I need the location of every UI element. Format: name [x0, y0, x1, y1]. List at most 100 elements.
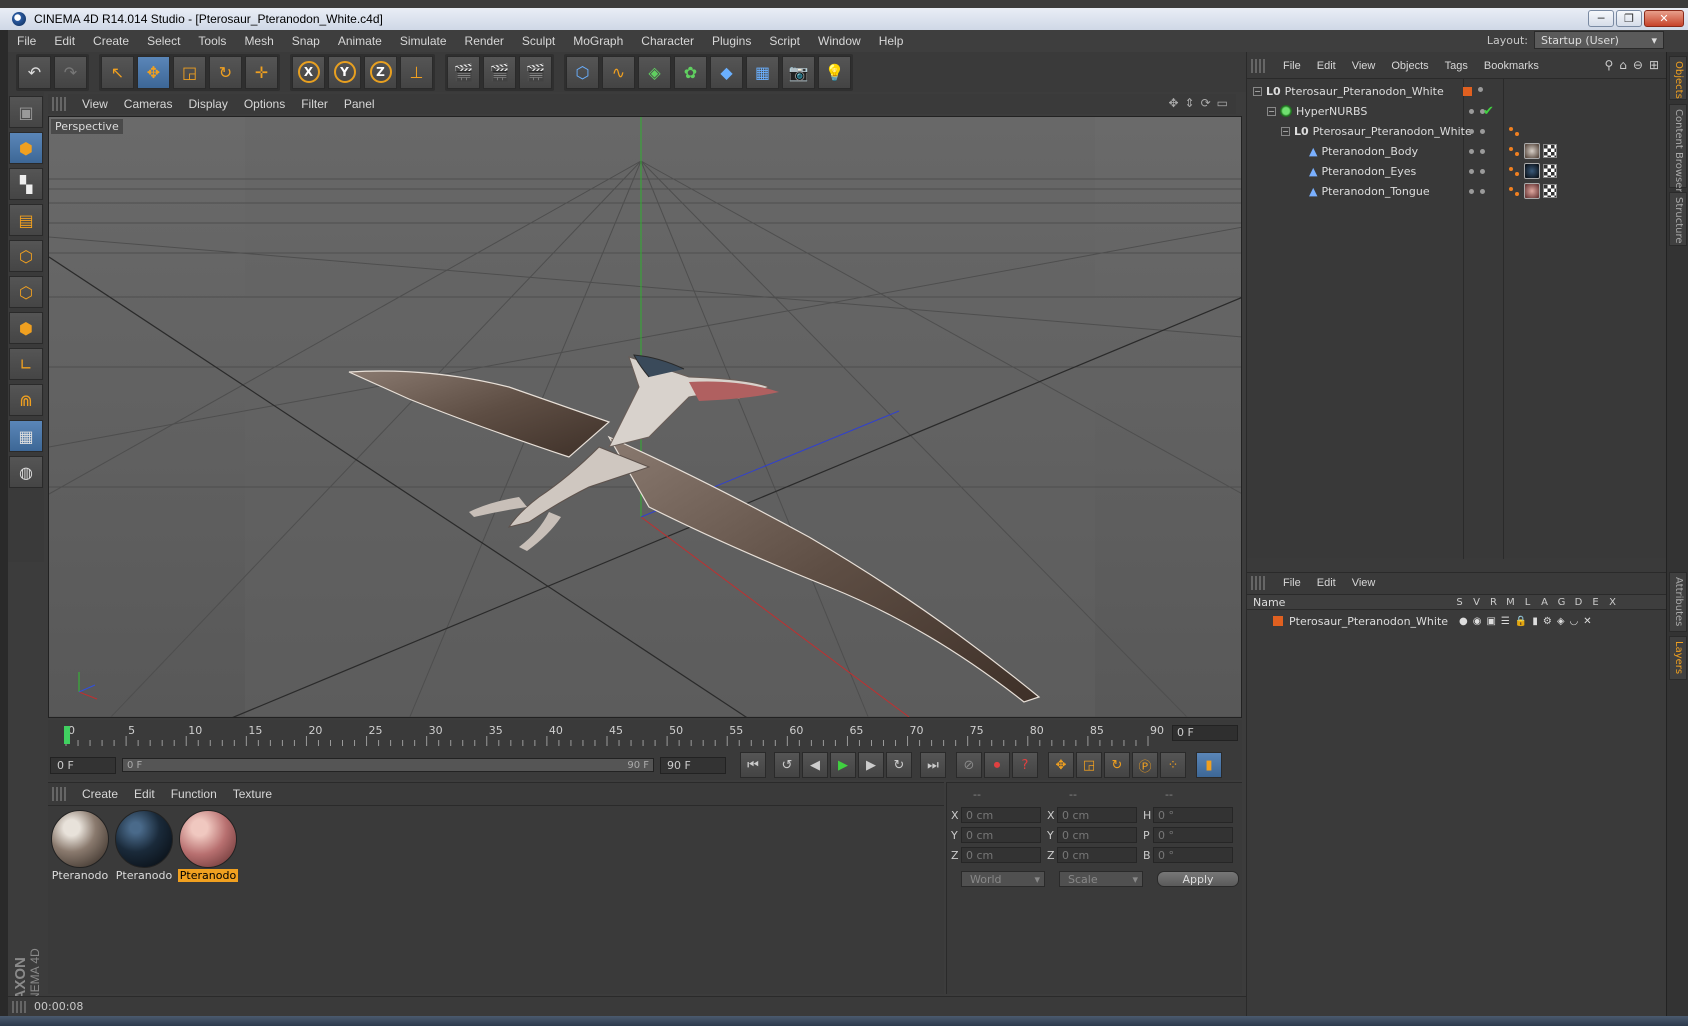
tree-row[interactable]: − HyperNURBS ✔ — [1247, 101, 1667, 121]
material-menu-create[interactable]: Create — [74, 787, 126, 801]
edges-mode-icon[interactable]: ⬡ — [9, 276, 43, 308]
go-to-end-icon[interactable]: ⏭ — [920, 752, 946, 778]
render-icon[interactable]: ▣ — [1486, 616, 1495, 627]
preview-range-slider[interactable]: 0 F 90 F — [122, 758, 654, 772]
uvw-tag-icon[interactable] — [1543, 184, 1557, 198]
tab-attributes[interactable]: Attributes — [1669, 572, 1687, 632]
size-y-field[interactable]: 0 cm — [1057, 827, 1137, 843]
phong-tag-icon[interactable] — [1509, 165, 1521, 177]
menu-create[interactable]: Create — [84, 34, 138, 48]
menu-animate[interactable]: Animate — [329, 34, 391, 48]
menu-script[interactable]: Script — [760, 34, 809, 48]
tree-row[interactable]: − L0 Pterosaur_Pteranodon_White — [1247, 81, 1667, 101]
make-editable-icon[interactable]: ▣ — [9, 96, 43, 128]
lock-icon[interactable]: 🔒 — [1515, 616, 1527, 627]
rotation-h-field[interactable]: 0 ° — [1153, 807, 1233, 823]
apply-button[interactable]: Apply — [1157, 871, 1239, 887]
position-z-field[interactable]: 0 cm — [961, 847, 1041, 863]
viewport-menu-options[interactable]: Options — [238, 97, 295, 111]
material-tag-icon[interactable] — [1524, 183, 1540, 199]
menu-snap[interactable]: Snap — [283, 34, 329, 48]
coordinate-system-icon[interactable]: ⊥ — [400, 55, 433, 89]
material-tag-icon[interactable] — [1524, 143, 1540, 159]
parameter-key-icon[interactable]: Ⓟ — [1132, 752, 1158, 778]
material-menu-function[interactable]: Function — [163, 787, 225, 801]
pan-view-icon[interactable]: ✥ — [1168, 96, 1178, 110]
manager-icon[interactable]: ☰ — [1501, 616, 1510, 627]
material-tag-icon[interactable] — [1524, 163, 1540, 179]
rotate-icon[interactable]: ↻ — [209, 55, 242, 89]
axis-mode-icon[interactable]: ∟ — [9, 348, 43, 380]
snap-settings-icon[interactable]: ◍ — [9, 456, 43, 488]
menu-tools[interactable]: Tools — [189, 34, 235, 48]
current-frame-field[interactable]: 0 F — [1172, 725, 1238, 741]
om-menu-bookmarks[interactable]: Bookmarks — [1476, 60, 1547, 72]
maximize-button[interactable]: ❐ — [1616, 10, 1642, 27]
menu-sculpt[interactable]: Sculpt — [513, 34, 564, 48]
rotation-key-icon[interactable]: ↻ — [1104, 752, 1130, 778]
tree-row[interactable]: ▲ Pteranodon_Eyes — [1247, 161, 1667, 181]
previous-frame-icon[interactable]: ◀ — [802, 752, 828, 778]
magnet-icon[interactable]: ⋒ — [9, 384, 43, 416]
lm-menu-file[interactable]: File — [1275, 577, 1309, 589]
scale-icon[interactable]: ◲ — [173, 55, 206, 89]
lm-menu-edit[interactable]: Edit — [1309, 577, 1344, 589]
previous-keyframe-icon[interactable]: ↺ — [774, 752, 800, 778]
om-menu-view[interactable]: View — [1344, 60, 1384, 72]
om-menu-edit[interactable]: Edit — [1309, 60, 1344, 72]
xref-icon[interactable]: ✕ — [1583, 616, 1591, 627]
generator-icon[interactable]: ⚙ — [1543, 616, 1552, 627]
y-axis-icon[interactable]: Y — [328, 55, 361, 89]
menu-character[interactable]: Character — [632, 34, 703, 48]
deformer-icon[interactable]: ◈ — [1557, 616, 1565, 627]
material-menu-edit[interactable]: Edit — [126, 787, 163, 801]
menu-mograph[interactable]: MoGraph — [564, 34, 632, 48]
render-view-icon[interactable]: 🎬 — [447, 55, 480, 89]
home-icon[interactable]: ⌂ — [1619, 58, 1627, 72]
viewport-menu-view[interactable]: View — [76, 97, 118, 111]
floor-icon[interactable]: ▦ — [746, 55, 779, 89]
viewport-menu-panel[interactable]: Panel — [338, 97, 385, 111]
tab-structure[interactable]: Structure — [1669, 192, 1687, 246]
keyframe-selection-icon[interactable]: ? — [1012, 752, 1038, 778]
rotate-view-icon[interactable]: ⟳ — [1201, 96, 1211, 110]
rotation-p-field[interactable]: 0 ° — [1153, 827, 1233, 843]
collapse-icon[interactable]: ⊖ — [1633, 58, 1643, 72]
nurbs-icon[interactable]: ◈ — [638, 55, 671, 89]
viewport-menu-cameras[interactable]: Cameras — [118, 97, 183, 111]
size-z-field[interactable]: 0 cm — [1057, 847, 1137, 863]
scale-key-icon[interactable]: ◲ — [1076, 752, 1102, 778]
panel-grip-icon[interactable] — [1251, 59, 1265, 73]
menu-plugins[interactable]: Plugins — [703, 34, 760, 48]
coordinate-mode-dropdown[interactable]: World ▾ — [961, 871, 1045, 887]
new-window-icon[interactable]: ⊞ — [1649, 58, 1659, 72]
points-mode-icon[interactable]: ⬡ — [9, 240, 43, 272]
solo-icon[interactable]: ● — [1459, 616, 1468, 627]
z-axis-icon[interactable]: Z — [364, 55, 397, 89]
point-level-key-icon[interactable]: ⁘ — [1160, 752, 1186, 778]
tab-layers[interactable]: Layers — [1669, 636, 1687, 680]
camera-icon[interactable]: 📷 — [782, 55, 815, 89]
viewport-camera-label[interactable]: Perspective — [51, 119, 123, 134]
menu-simulate[interactable]: Simulate — [391, 34, 456, 48]
position-x-field[interactable]: 0 cm — [961, 807, 1041, 823]
layout-select[interactable]: Startup (User) ▾ — [1534, 31, 1664, 49]
light-icon[interactable]: 💡 — [818, 55, 851, 89]
record-keys-icon[interactable]: ⊘ — [956, 752, 982, 778]
menu-file[interactable]: File — [8, 34, 45, 48]
viewport-menu-display[interactable]: Display — [182, 97, 237, 111]
polygons-mode-icon[interactable]: ⬢ — [9, 312, 43, 344]
minimize-button[interactable]: ─ — [1588, 10, 1614, 27]
layer-name-column[interactable]: Name — [1247, 596, 1451, 609]
live-selection-icon[interactable]: ↖ — [101, 55, 134, 89]
next-keyframe-icon[interactable]: ↻ — [886, 752, 912, 778]
cube-object-icon[interactable]: ⬡ — [566, 55, 599, 89]
workplane-mode-icon[interactable]: ▤ — [9, 204, 43, 236]
perspective-viewport[interactable]: Perspective — [48, 116, 1242, 718]
phong-tag-icon[interactable] — [1509, 185, 1521, 197]
recent-tool-icon[interactable]: ✛ — [245, 55, 278, 89]
move-icon[interactable]: ✥ — [137, 55, 170, 89]
render-settings-icon[interactable]: 🎬 — [519, 55, 552, 89]
material-swatch[interactable]: Pteranodo — [50, 810, 110, 882]
tree-row[interactable]: − L0 Pterosaur_Pteranodon_White — [1247, 121, 1667, 141]
